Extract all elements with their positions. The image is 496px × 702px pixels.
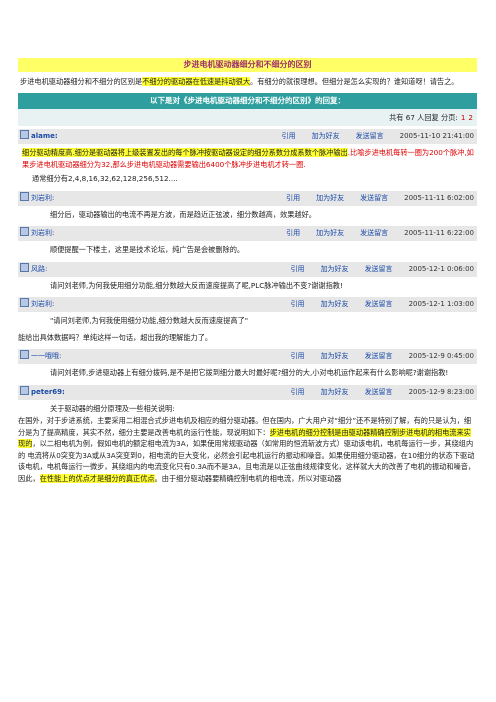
send-message-link[interactable]: 发送留言 — [360, 194, 388, 202]
post-highlight: 在性能上的优点才是细分的真正优点 — [39, 473, 155, 483]
quote-link[interactable]: 引用 — [291, 265, 305, 273]
post-header: 刘岩利: 引用 加为好友 发送留言 2005-11-11 6:22:00 — [18, 226, 477, 241]
post-actions: 引用 加为好友 发送留言 2005-12-9 8:23:00 — [275, 385, 474, 400]
post-time: 2005-11-11 6:02:00 — [404, 193, 474, 202]
send-message-link[interactable]: 发送留言 — [365, 265, 393, 273]
post-highlight: 细分驱动精度高.细分是驱动器将上级装置发出的每个脉冲按驱动器设定的细分系数分成系… — [22, 148, 348, 157]
quote-link[interactable]: 引用 — [286, 194, 300, 202]
send-message-link[interactable]: 发送留言 — [365, 352, 393, 360]
send-message-link[interactable]: 发送留言 — [360, 229, 388, 237]
user-icon — [20, 385, 29, 395]
user-icon — [20, 350, 29, 359]
post-text: 。由于细分驱动器要精确控制电机的相电流，所以对驱动器 — [154, 473, 342, 483]
post-author[interactable]: 刘岩利: — [31, 300, 54, 308]
user-icon — [20, 191, 29, 201]
send-message-link[interactable]: 发送留言 — [365, 388, 393, 396]
post-author-wrap: alame: — [20, 129, 58, 144]
post-body: 请问刘老师,为何我使用细分功能,细分数越大反而速度提高了呢,PLC脉冲输出不变?… — [50, 280, 343, 290]
post-author[interactable]: alame: — [31, 132, 58, 140]
user-icon — [20, 262, 29, 272]
post-author[interactable]: 刘岩利: — [31, 229, 54, 237]
intro-text-end: 。有细分的就很理想。但细分是怎么实现的？谁知道呀！请告之。 — [250, 77, 459, 86]
post-actions: 引用 加为好友 发送留言 2005-11-11 6:02:00 — [270, 191, 474, 206]
intro-text: 步进电机驱动器细分和不细分的区别是 — [20, 77, 143, 86]
post-actions: 引用 加为好友 发送留言 2005-11-11 6:22:00 — [270, 226, 474, 241]
thread-page: 步进电机驱动器细分和不细分的区别 步进电机驱动器细分和不细分的区别是不细分的驱动… — [18, 58, 477, 487]
post-author[interactable]: 一一哦哦: — [31, 352, 61, 360]
post-actions: 引用 加为好友 发送留言 2005-12-9 0:45:00 — [275, 349, 474, 364]
reply-header: 以下是对《步进电机驱动器细分和不细分的区别》的回复： — [18, 93, 477, 109]
post-author-wrap: 一一哦哦: — [20, 349, 61, 364]
post-text: 能给出具体数据吗？单纯这样一句话，超出我的理解能力了。 — [18, 332, 213, 342]
quote-link[interactable]: 引用 — [291, 388, 305, 396]
post-body: 顺便提醒一下楼主，这里是技术论坛，纯广告是会被删除的。 — [50, 245, 245, 254]
post-author[interactable]: 风路: — [31, 265, 47, 273]
post-time: 2005-11-11 6:22:00 — [404, 229, 474, 237]
post-body: 细分驱动精度高.细分是驱动器将上级装置发出的每个脉冲按驱动器设定的细分系数分成系… — [18, 144, 477, 188]
reply-count-bar: 共有 67 人回复 分页: 1 2 — [18, 109, 477, 126]
post-body: 细分后，驱动器输出的电流不再是方波，而是趋近正弦波，细分数越高，效果越好。 — [50, 209, 316, 219]
add-friend-link[interactable]: 加为好友 — [321, 300, 349, 308]
post-actions: 引用 加为好友 发送留言 2005-11-10 21:41:00 — [266, 129, 474, 144]
post-author-wrap: 刘岩利: — [20, 226, 54, 241]
post-author-wrap: 风路: — [20, 262, 47, 277]
send-message-link[interactable]: 发送留言 — [365, 300, 393, 308]
page-link-2[interactable]: 2 — [468, 113, 473, 122]
post-body: "请问刘老师,为何我使用细分功能,细分数越大反而速度提高了" 能给出具体数据吗？… — [18, 312, 477, 346]
page-link-1[interactable]: 1 — [461, 113, 466, 122]
user-icon — [20, 130, 29, 139]
add-friend-link[interactable]: 加为好友 — [316, 229, 344, 237]
post-text: 通常细分有2,4,8,16,32,62,128,256,512.... — [32, 174, 178, 183]
post-time: 2005-12-9 0:45:00 — [408, 352, 474, 360]
intro-highlight: 不细分的驱动器在低速是抖动很大 — [142, 77, 251, 86]
post-text: 关于驱动器的细分原理及一些相关说明: — [50, 403, 175, 413]
post-time: 2005-12-1 0:06:00 — [408, 264, 474, 273]
add-friend-link[interactable]: 加为好友 — [312, 132, 340, 140]
add-friend-link[interactable]: 加为好友 — [321, 265, 349, 273]
post-actions: 引用 加为好友 发送留言 2005-12-1 0:06:00 — [275, 262, 474, 277]
post-header: 一一哦哦: 引用 加为好友 发送留言 2005-12-9 0:45:00 — [18, 349, 477, 364]
post-quote: "请问刘老师,为何我使用细分功能,细分数越大反而速度提高了" — [50, 316, 249, 325]
post-header: alame: 引用 加为好友 发送留言 2005-11-10 21:41:00 — [18, 129, 477, 144]
post-header: peter69: 引用 加为好友 发送留言 2005-12-9 8:23:00 — [18, 384, 477, 400]
thread-intro: 步进电机驱动器细分和不细分的区别是不细分的驱动器在低速是抖动很大。有细分的就很理… — [18, 74, 477, 90]
post-body: 请问刘老师,步进驱动器上有细分拨码,是不是把它拨到细分最大时最好呢?细分的大,小… — [50, 368, 449, 377]
reply-count: 共有 67 人回复 分页: — [389, 113, 458, 122]
quote-link[interactable]: 引用 — [291, 300, 305, 308]
user-icon — [20, 298, 29, 307]
send-message-link[interactable]: 发送留言 — [356, 132, 384, 140]
post-header: 刘岩利: 引用 加为好友 发送留言 2005-11-11 6:02:00 — [18, 190, 477, 206]
add-friend-link[interactable]: 加为好友 — [321, 388, 349, 396]
add-friend-link[interactable]: 加为好友 — [321, 352, 349, 360]
quote-link[interactable]: 引用 — [291, 352, 305, 360]
post-actions: 引用 加为好友 发送留言 2005-12-1 1:03:00 — [275, 297, 474, 312]
post-time: 2005-12-1 1:03:00 — [408, 300, 474, 308]
add-friend-link[interactable]: 加为好友 — [316, 194, 344, 202]
user-icon — [20, 227, 29, 236]
post-author-wrap: 刘岩利: — [20, 297, 54, 312]
post-author[interactable]: 刘岩利: — [31, 194, 54, 202]
post-author-wrap: peter69: — [20, 385, 65, 400]
quote-link[interactable]: 引用 — [282, 132, 296, 140]
post-time: 2005-12-9 8:23:00 — [408, 387, 474, 396]
post-body: 关于驱动器的细分原理及一些相关说明: 在国外，对于步进系统，主要采用二相混合式步… — [18, 400, 477, 488]
post-author-wrap: 刘岩利: — [20, 191, 54, 206]
quote-link[interactable]: 引用 — [286, 229, 300, 237]
post-author[interactable]: peter69: — [31, 388, 65, 396]
post-header: 刘岩利: 引用 加为好友 发送留言 2005-12-1 1:03:00 — [18, 297, 477, 312]
thread-title: 步进电机驱动器细分和不细分的区别 — [18, 58, 477, 72]
post-time: 2005-11-10 21:41:00 — [399, 132, 474, 140]
post-header: 风路: 引用 加为好友 发送留言 2005-12-1 0:06:00 — [18, 261, 477, 277]
